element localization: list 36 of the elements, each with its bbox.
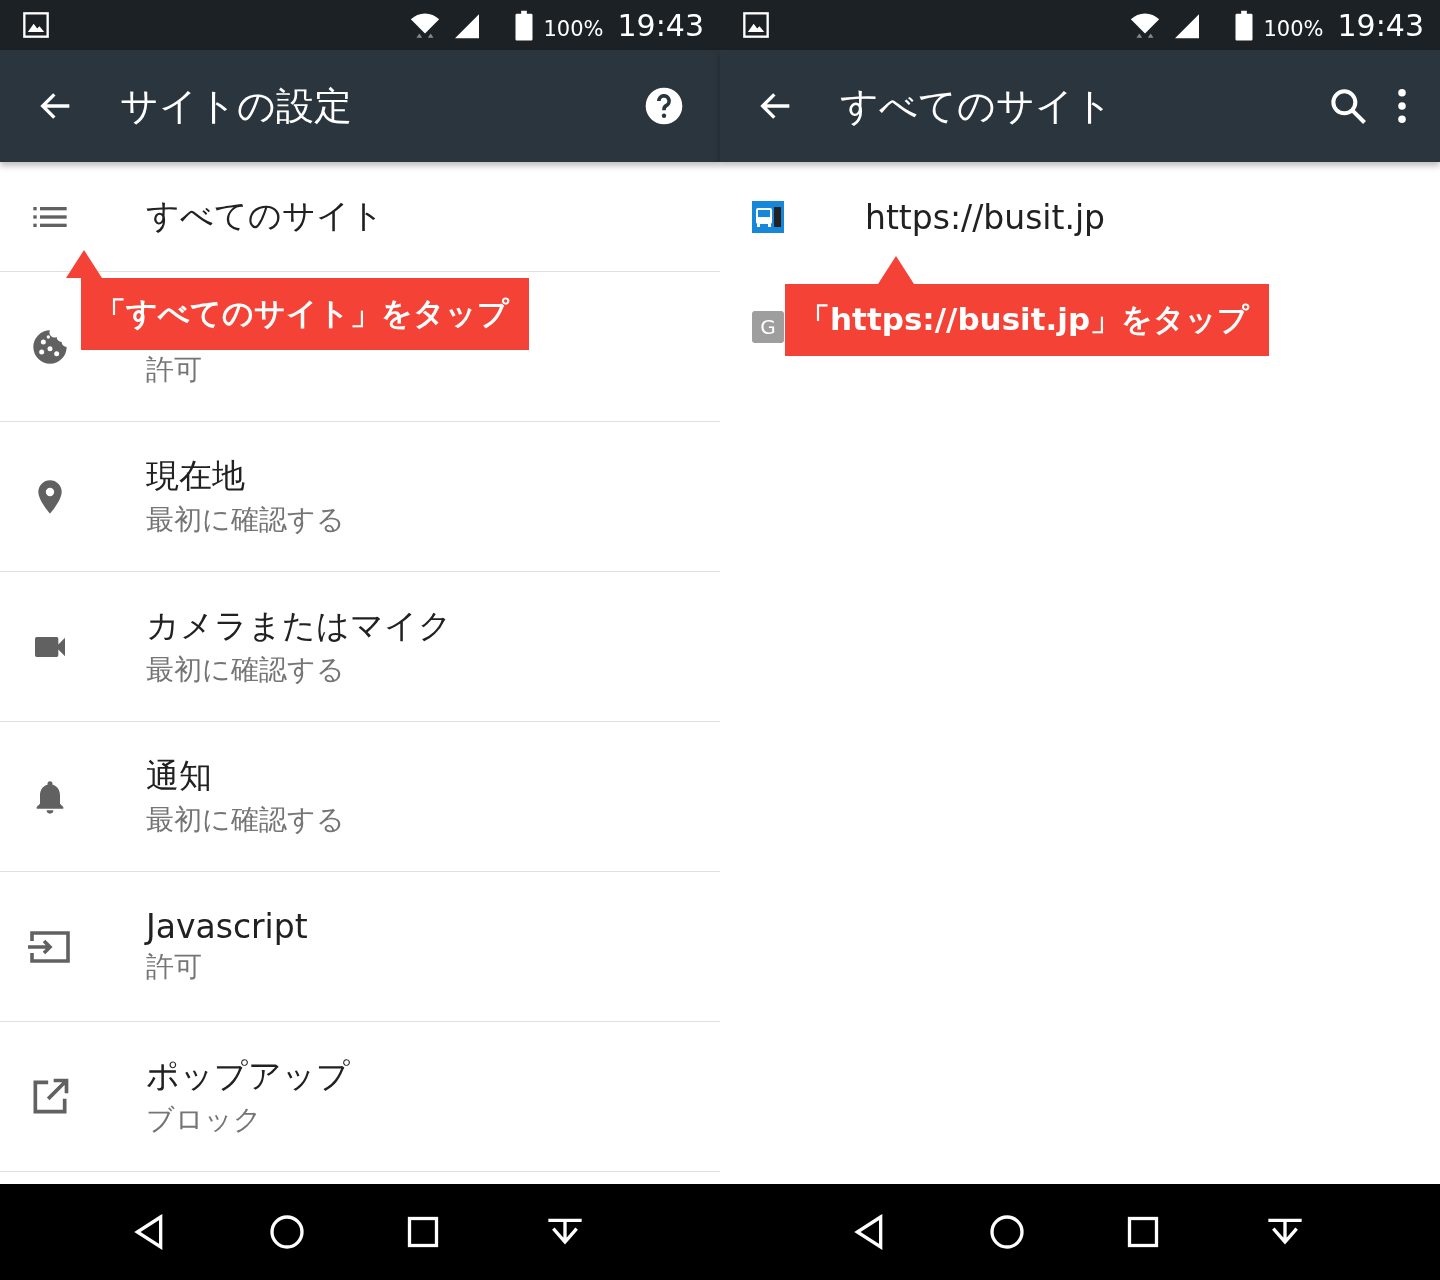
setting-title: 現在地 (146, 455, 246, 497)
circle-home-icon (987, 1212, 1027, 1252)
bus-logo-icon (752, 201, 784, 233)
battery-icon (513, 8, 536, 42)
square-recents-icon (1125, 1214, 1161, 1250)
recents-nav-button[interactable] (1125, 1214, 1161, 1250)
setting-value: 最初に確認する (146, 802, 345, 838)
setting-title: カメラまたはマイク (146, 605, 452, 647)
battery-icon (1233, 8, 1256, 42)
setting-title: 通知 (146, 755, 213, 797)
battery-percentage: 100% (543, 17, 604, 41)
battery-percentage: 100% (1263, 17, 1324, 41)
image-icon (742, 11, 770, 39)
setting-title: ポップアップ (146, 1055, 350, 1097)
instruction-callout: 「https://busit.jp」をタップ (785, 284, 1270, 356)
setting-title: すべてのサイト (146, 195, 384, 237)
clock-time: 19:43 (617, 7, 704, 43)
clock-time: 19:43 (1337, 7, 1424, 43)
more-icon (1398, 89, 1406, 123)
image-icon (22, 11, 50, 39)
setting-value: ブロック (146, 1102, 263, 1138)
instruction-callout: 「すべてのサイト」をタップ (81, 278, 529, 350)
setting-title: Javascript (146, 907, 308, 946)
setting-value: 許可 (146, 949, 203, 985)
site-url: https://busit.jp (865, 197, 1106, 237)
recents-nav-button[interactable] (405, 1214, 441, 1250)
circle-home-icon (267, 1212, 307, 1252)
home-nav-button[interactable] (267, 1212, 307, 1252)
setting-value: 許可 (146, 351, 202, 388)
setting-value: 最初に確認する (146, 502, 345, 538)
toolbar-title: すべてのサイト (840, 82, 1114, 130)
square-recents-icon (405, 1214, 441, 1250)
site-letter-icon: G (752, 311, 784, 343)
setting-value: 最初に確認する (146, 652, 346, 688)
toolbar-title: サイトの設定 (120, 82, 353, 130)
home-nav-button[interactable] (987, 1212, 1027, 1252)
